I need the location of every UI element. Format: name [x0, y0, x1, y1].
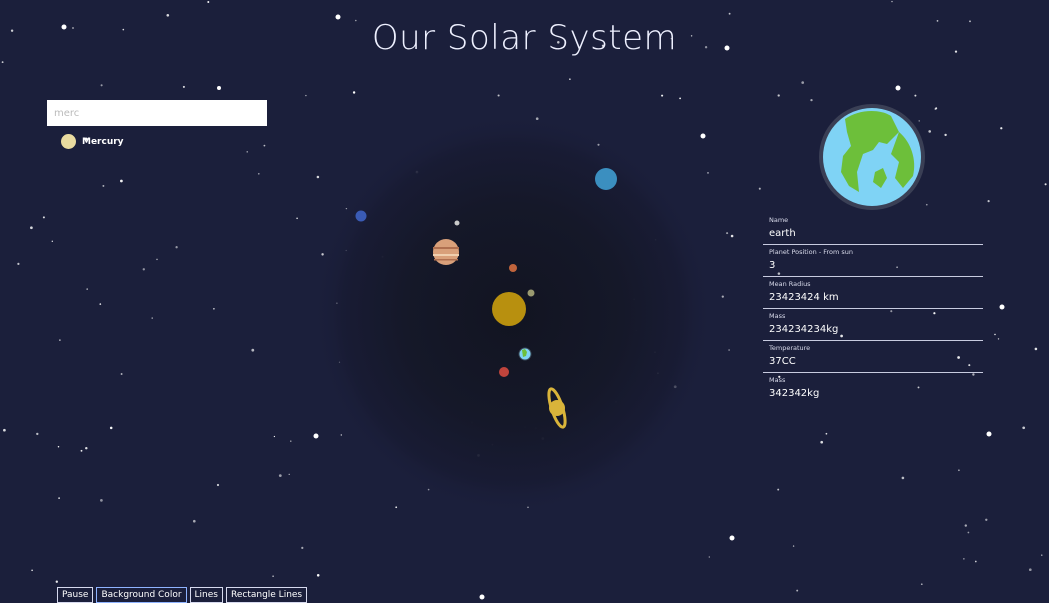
info-label: Planet Position - From sun	[769, 248, 854, 256]
info-row-mass-2: Mass 342342kg	[763, 373, 983, 404]
pause-button[interactable]: Pause	[57, 587, 94, 603]
info-row-radius: Mean Radius 23423424 km	[763, 277, 983, 309]
planet-venus[interactable]	[509, 264, 517, 272]
info-value: 342342kg	[769, 388, 820, 399]
rectangle-lines-button[interactable]: Rectangle Lines	[225, 587, 308, 603]
info-row-name: Name earth	[763, 213, 983, 245]
planet-mercury[interactable]	[527, 289, 535, 297]
planet-uranus[interactable]	[595, 168, 617, 190]
info-value: 23423424 km	[769, 292, 839, 303]
info-label: Mean Radius	[769, 280, 811, 288]
planet-info-panel: Name earth Planet Position - From sun 3 …	[763, 213, 983, 404]
info-label: Mass	[769, 376, 786, 384]
planet-neptune[interactable]	[355, 210, 367, 222]
info-label: Temperature	[769, 344, 811, 352]
info-value: 234234234kg	[769, 324, 839, 335]
info-label: Name	[769, 216, 789, 224]
planet-jupiter[interactable]	[433, 239, 459, 265]
planet-mars[interactable]	[499, 367, 509, 377]
planet-pluto[interactable]	[454, 220, 460, 226]
lines-button[interactable]: Lines	[189, 587, 223, 603]
info-value: 3	[769, 260, 776, 271]
info-row-mass: Mass 234234234kg	[763, 309, 983, 341]
info-row-position: Planet Position - From sun 3	[763, 245, 983, 277]
info-label: Mass	[769, 312, 786, 320]
sun[interactable]	[492, 292, 526, 326]
info-row-temperature: Temperature 37CC	[763, 341, 983, 373]
info-value: 37CC	[769, 356, 796, 367]
info-value: earth	[769, 228, 796, 239]
background-color-button[interactable]: Background Color	[96, 587, 187, 603]
earth-icon	[819, 104, 925, 210]
planet-earth[interactable]	[518, 347, 532, 361]
control-bar: Pause Background Color Lines Rectangle L…	[57, 587, 308, 603]
